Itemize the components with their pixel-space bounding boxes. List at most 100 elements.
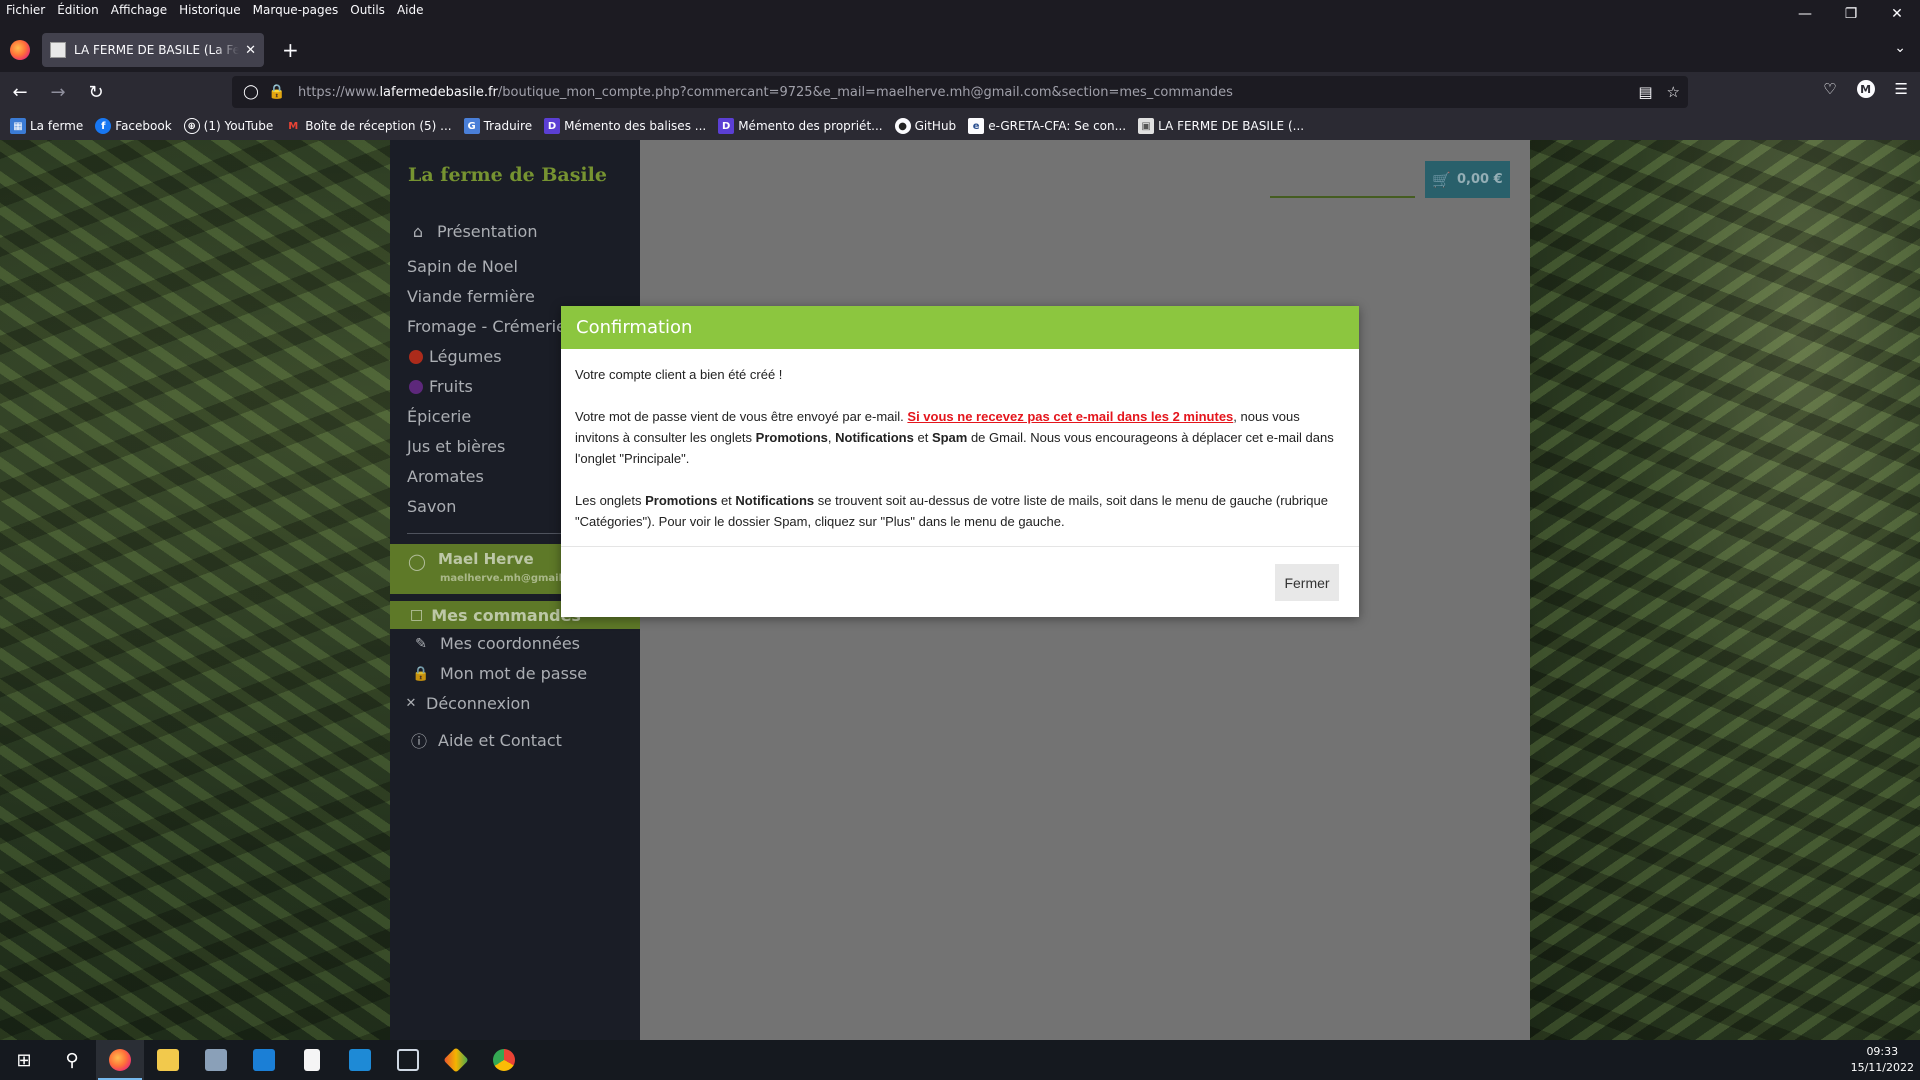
forward-icon[interactable]: →: [40, 76, 76, 108]
translate-icon: G: [463, 118, 480, 134]
modal-paragraph-password: Votre mot de passe vient de vous être en…: [575, 406, 1345, 469]
background-photo-right: [1530, 140, 1920, 1040]
facebook-icon: f: [95, 118, 112, 134]
bookmark-star-icon[interactable]: ☆: [1667, 83, 1680, 101]
tab-title: LA FERME DE BASILE (La Ferme de Basile): [74, 43, 240, 57]
new-tab-icon[interactable]: +: [282, 38, 299, 62]
text: Votre mot de passe vient de vous être en…: [575, 409, 908, 424]
firefox-icon: [109, 1049, 131, 1071]
bookmark-ferme-basile[interactable]: ▣ LA FERME DE BASILE (...: [1138, 118, 1304, 134]
chrome-icon: [493, 1049, 515, 1071]
taskbar-explorer[interactable]: [144, 1040, 192, 1080]
minimize-icon[interactable]: —: [1782, 0, 1828, 28]
pocket-icon[interactable]: ♡: [1823, 80, 1836, 98]
taskbar-git[interactable]: [432, 1040, 480, 1080]
tab-close-icon[interactable]: ✕: [245, 43, 256, 58]
modal-paragraph-tabs: Les onglets Promotions et Notifications …: [575, 490, 1345, 532]
clock-date: 15/11/2022: [1850, 1061, 1914, 1074]
bookmark-youtube[interactable]: ⊕ (1) YouTube: [183, 118, 274, 134]
page-viewport: La ferme de Basile ⌂ Présentation Sapin d…: [0, 140, 1920, 1040]
restore-icon[interactable]: ❐: [1828, 0, 1874, 28]
tab-active[interactable]: LA FERME DE BASILE (La Ferme de Basile) …: [42, 33, 264, 67]
search-icon[interactable]: ⚲: [48, 1040, 96, 1080]
taskbar: ⊞ ⚲ 09:33 15/11/2022: [0, 1040, 1920, 1080]
github-icon: ●: [894, 118, 911, 134]
back-icon[interactable]: ←: [2, 76, 38, 108]
tab-bar: LA FERME DE BASILE (La Ferme de Basile) …: [0, 28, 1920, 72]
taskbar-vscode[interactable]: [336, 1040, 384, 1080]
globe-icon: ⊕: [183, 118, 200, 134]
menu-affichage[interactable]: Affichage: [105, 0, 173, 20]
close-button[interactable]: Fermer: [1275, 564, 1339, 601]
reload-icon[interactable]: ↻: [78, 76, 114, 108]
memento-icon: D: [718, 118, 735, 134]
bookmark-traduire[interactable]: G Traduire: [463, 118, 533, 134]
shield-icon[interactable]: ◯: [240, 84, 262, 100]
reader-view-icon[interactable]: ▤: [1638, 83, 1652, 101]
modal-body: Votre compte client a bien été créé ! Vo…: [561, 349, 1359, 532]
menu-outils[interactable]: Outils: [344, 0, 391, 20]
lock-icon[interactable]: 🔒: [266, 84, 288, 100]
grid-icon: ▦: [10, 118, 26, 134]
git-icon: [443, 1047, 469, 1073]
folder-icon: [157, 1049, 179, 1071]
menu-bar: Fichier Édition Affichage Historique Mar…: [0, 0, 1920, 20]
bookmark-la-ferme[interactable]: ▦ La ferme: [10, 118, 83, 134]
taskbar-firefox[interactable]: [96, 1040, 144, 1080]
url-text: https://www.lafermedebasile.fr/boutique_…: [298, 85, 1233, 100]
url-prefix: https://www.: [298, 84, 380, 100]
bookmark-memento-balises[interactable]: D Mémento des balises ...: [544, 118, 706, 134]
taskbar-virtualbox[interactable]: [384, 1040, 432, 1080]
file-icon: [304, 1049, 320, 1071]
chevron-down-icon[interactable]: ⌄: [1894, 40, 1906, 56]
bookmark-label: La ferme: [30, 119, 84, 133]
text: Les onglets: [575, 493, 646, 508]
close-window-icon[interactable]: ✕: [1874, 0, 1920, 28]
menu-marque-pages[interactable]: Marque-pages: [247, 0, 345, 20]
window-controls: — ❐ ✕: [1782, 0, 1920, 28]
taskbar-chrome[interactable]: [480, 1040, 528, 1080]
bookmark-label: Mémento des propriét...: [738, 119, 883, 133]
bold-promotions: Promotions: [755, 430, 828, 445]
menu-historique[interactable]: Historique: [173, 0, 247, 20]
warning-text: Si vous ne recevez pas cet e-mail dans l…: [907, 409, 1234, 424]
menu-fichier[interactable]: Fichier: [0, 0, 51, 20]
page-favicon-icon: [50, 42, 66, 58]
bookmark-label: Mémento des balises ...: [564, 119, 707, 133]
page-icon: ▣: [1138, 118, 1155, 134]
bold-spam: Spam: [931, 430, 968, 445]
taskbar-file[interactable]: [288, 1040, 336, 1080]
cube-icon: [397, 1049, 419, 1071]
bold-notifications: Notifications: [835, 430, 914, 445]
bookmark-memento-proprietes[interactable]: D Mémento des propriét...: [718, 118, 883, 134]
hamburger-menu-icon[interactable]: ☰: [1895, 80, 1908, 98]
bold-promotions: Promotions: [645, 493, 718, 508]
modal-footer: Fermer: [561, 546, 1359, 617]
firefox-icon[interactable]: [10, 40, 30, 60]
profile-avatar[interactable]: M: [1856, 80, 1875, 98]
url-bar[interactable]: ◯ 🔒 https://www.lafermedebasile.fr/bouti…: [232, 76, 1688, 108]
clock-time: 09:33: [1866, 1045, 1899, 1058]
bookmark-greta[interactable]: e e-GRETA-CFA: Se con...: [968, 118, 1126, 134]
taskbar-app-robot[interactable]: [192, 1040, 240, 1080]
bookmark-label: e-GRETA-CFA: Se con...: [988, 119, 1127, 133]
nav-bar: ← → ↻ ◯ 🔒 https://www.lafermedebasile.fr…: [0, 72, 1920, 112]
bookmark-label: Boîte de réception (5) ...: [305, 119, 452, 133]
text: et: [717, 493, 736, 508]
bookmark-label: Traduire: [483, 119, 533, 133]
system-clock[interactable]: 09:33 15/11/2022: [1851, 1044, 1914, 1076]
menu-aide[interactable]: Aide: [391, 0, 430, 20]
bookmark-gmail[interactable]: M Boîte de réception (5) ...: [285, 118, 451, 134]
confirmation-modal: Confirmation Votre compte client a bien …: [561, 306, 1359, 617]
taskbar-mail[interactable]: [240, 1040, 288, 1080]
bookmark-github[interactable]: ● GitHub: [894, 118, 957, 134]
gmail-icon: M: [288, 120, 299, 132]
bookmark-label: GitHub: [914, 119, 957, 133]
bookmark-label: (1) YouTube: [203, 119, 274, 133]
menu-edition[interactable]: Édition: [51, 0, 105, 20]
bookmark-facebook[interactable]: f Facebook: [95, 118, 172, 134]
text: et: [913, 430, 932, 445]
windows-start-icon[interactable]: ⊞: [0, 1040, 48, 1080]
vscode-icon: [349, 1049, 371, 1071]
url-domain: lafermedebasile.fr: [379, 84, 498, 100]
